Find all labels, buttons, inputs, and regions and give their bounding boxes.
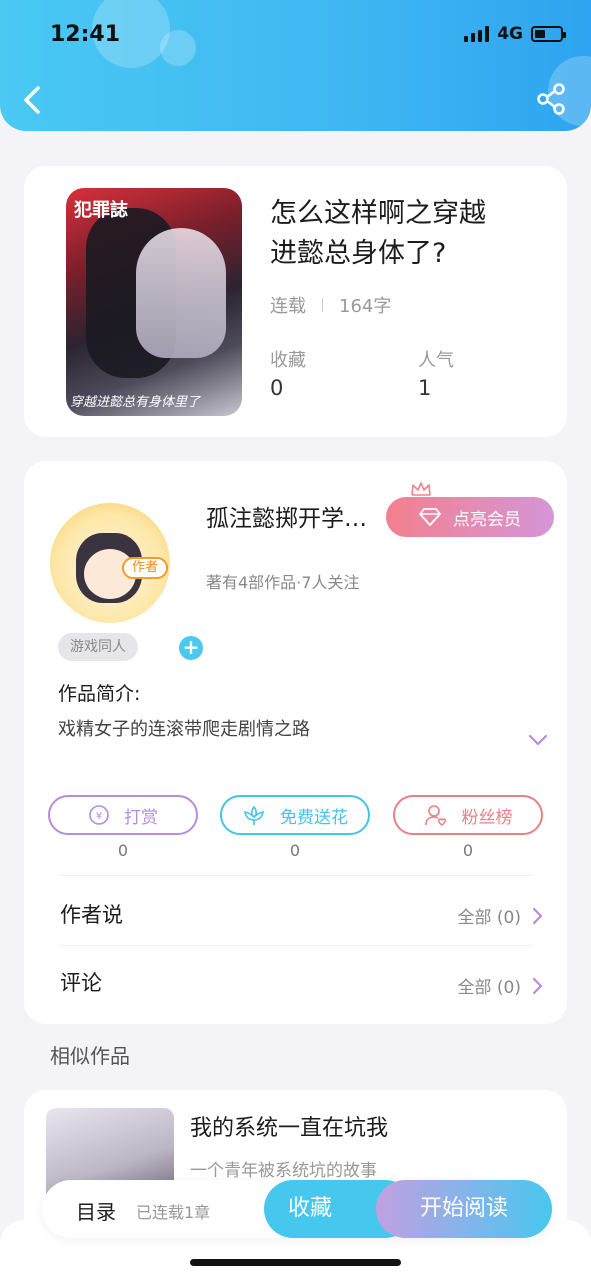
intro-label: 作品简介: (58, 683, 141, 705)
chevron-left-icon (24, 86, 40, 114)
share-button[interactable] (535, 82, 569, 116)
book-title-line: 进懿总身体了? (270, 238, 447, 269)
author-badge: 作者 (122, 557, 168, 579)
bottom-action-bar: 目录 已连载1章 收藏 开始阅读 (42, 1180, 552, 1238)
author-says-label[interactable]: 作者说 (60, 899, 123, 929)
vip-button[interactable]: 点亮会员 (386, 497, 554, 537)
diamond-icon (419, 508, 441, 526)
tip-button[interactable]: ¥ 打赏 (48, 795, 198, 835)
comments-label[interactable]: 评论 (60, 967, 102, 997)
favorites-count: 0 (270, 376, 284, 400)
header: 12:41 4G (0, 0, 591, 131)
word-count: 164字 (339, 296, 392, 317)
share-icon (537, 83, 565, 115)
similar-work-desc: 一个青年被系统坑的故事 (190, 1161, 377, 1181)
cover-top-text: 犯罪誌 (74, 200, 128, 221)
tip-count: 0 (117, 841, 129, 860)
signal-icon (464, 26, 490, 42)
genre-tag[interactable]: 游戏同人 (58, 633, 138, 661)
book-status: 连载 (270, 296, 306, 317)
comments-all-link[interactable]: 全部 (0) (458, 973, 543, 998)
chevron-down-icon[interactable] (527, 733, 549, 747)
book-title: 怎么这样啊之穿越 进懿总身体了? (270, 194, 540, 274)
flower-count: 0 (289, 841, 301, 860)
author-says-all-link[interactable]: 全部 (0) (458, 903, 543, 928)
similar-works-title: 相似作品 (50, 1044, 130, 1068)
send-flower-button[interactable]: 免费送花 (220, 795, 370, 835)
similar-work-title: 我的系统一直在坑我 (190, 1116, 389, 1141)
status-time: 12:41 (50, 22, 121, 47)
fan-ranking-label: 粉丝榜 (461, 807, 513, 828)
book-info-card: 犯罪誌 穿越进懿总有身体里了 怎么这样啊之穿越 进懿总身体了? 连载 164字 … (24, 166, 567, 437)
author-avatar[interactable]: 作者 (50, 503, 170, 623)
fan-user-icon (424, 805, 446, 826)
popularity-label: 人气 (418, 350, 454, 371)
chevron-right-icon (532, 907, 543, 924)
author-stats: 著有4部作品·7人关注 (206, 573, 360, 592)
crown-icon (411, 482, 431, 496)
divider (60, 945, 532, 946)
toc-button[interactable]: 目录 (76, 1196, 116, 1225)
popularity-count: 1 (418, 376, 432, 400)
start-reading-button[interactable]: 开始阅读 (376, 1180, 552, 1238)
cover-art-face (136, 228, 226, 358)
network-label: 4G (497, 24, 523, 44)
book-title-line: 怎么这样啊之穿越 (270, 198, 486, 229)
cover-bottom-text: 穿越进懿总有身体里了 (70, 395, 201, 410)
vip-button-label: 点亮会员 (453, 509, 521, 530)
status-indicators: 4G (464, 24, 566, 44)
favorites-label: 收藏 (270, 350, 306, 371)
fan-count: 0 (462, 841, 474, 860)
meta-divider (322, 298, 323, 312)
home-indicator (190, 1259, 401, 1266)
author-card: 作者 孤注懿掷开学… 点亮会员 著有4部作品·7人关注 游戏同人 + 作品简介:… (24, 461, 567, 1024)
tip-label: 打赏 (124, 807, 158, 828)
author-name[interactable]: 孤注懿掷开学… (206, 499, 392, 533)
send-flower-label: 免费送花 (280, 807, 348, 828)
intro-text: 戏精女子的连滚带爬走剧情之路 (58, 719, 310, 740)
back-button[interactable] (18, 80, 48, 120)
comments-count: 全部 (0) (457, 978, 521, 998)
book-cover-image[interactable]: 犯罪誌 穿越进懿总有身体里了 (66, 188, 242, 416)
decorative-bubble (160, 30, 196, 66)
yen-coin-icon: ¥ (89, 805, 109, 825)
chevron-right-icon (532, 977, 543, 994)
add-tag-button[interactable]: + (179, 636, 203, 660)
fan-ranking-button[interactable]: 粉丝榜 (393, 795, 543, 835)
battery-icon (531, 26, 566, 42)
author-says-count: 全部 (0) (457, 908, 521, 928)
book-meta: 连载 164字 (270, 292, 391, 318)
flower-icon (244, 805, 264, 825)
svg-text:¥: ¥ (96, 811, 102, 822)
chapter-count: 已连载1章 (136, 1203, 211, 1222)
divider (60, 875, 532, 876)
